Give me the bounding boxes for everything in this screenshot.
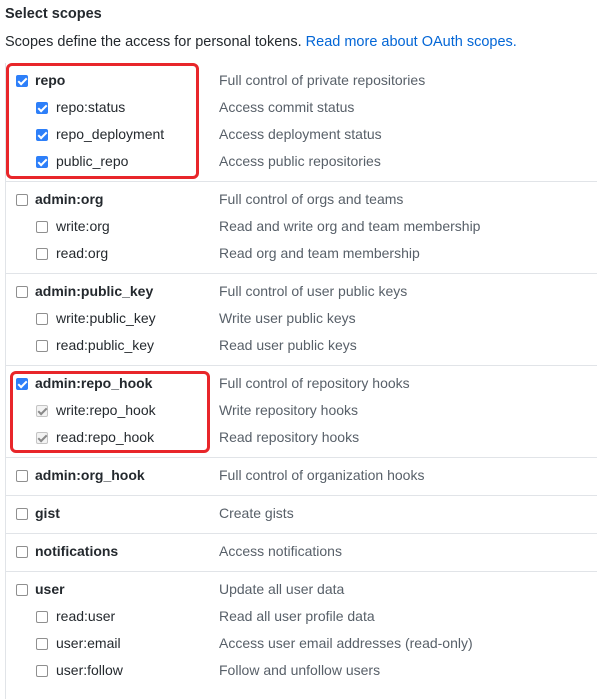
scope-description: Access notifications bbox=[219, 543, 342, 559]
sub-scope-row-write-repo-hook: write:repo_hook Write repository hooks bbox=[6, 398, 597, 425]
scope-group-admin-org-hook: admin:org_hook Full control of organizati… bbox=[6, 457, 597, 496]
scope-group-admin-repo-hook: admin:repo_hook Full control of repositor… bbox=[6, 365, 597, 458]
sub-scope-row-read-org: read:org Read org and team membership bbox=[6, 241, 597, 268]
scope-name[interactable]: admin:org_hook bbox=[35, 467, 145, 483]
scope-name[interactable]: write:org bbox=[56, 218, 110, 234]
checkbox-admin-org[interactable] bbox=[16, 194, 28, 206]
scope-name[interactable]: user:follow bbox=[56, 662, 123, 678]
scope-group-repo: repo Full control of private repositories… bbox=[6, 63, 597, 181]
checkbox-read-org[interactable] bbox=[36, 248, 48, 260]
scope-description: Write repository hooks bbox=[219, 402, 359, 418]
scope-name[interactable]: repo bbox=[35, 72, 65, 88]
scope-name[interactable]: repo_deployment bbox=[56, 126, 164, 142]
scope-description: Write user public keys bbox=[219, 310, 356, 326]
scope-name[interactable]: write:public_key bbox=[56, 310, 156, 326]
checkbox-checked-repo-deployment[interactable] bbox=[36, 129, 48, 141]
scope-name[interactable]: gist bbox=[35, 505, 60, 521]
checkbox-admin-public-key[interactable] bbox=[16, 286, 28, 298]
sub-scope-row-read-public-key: read:public_key Read user public keys bbox=[6, 333, 597, 360]
oauth-scopes-link[interactable]: Read more about OAuth scopes. bbox=[306, 34, 517, 50]
checkbox-read-user[interactable] bbox=[36, 611, 48, 623]
sub-scope-row-write-org: write:org Read and write org and team mem… bbox=[6, 214, 597, 241]
scope-name[interactable]: admin:repo_hook bbox=[35, 375, 152, 391]
sub-scope-row-read-user: read:user Read all user profile data bbox=[6, 604, 597, 631]
scope-row-notifications: notifications Access notifications bbox=[6, 539, 597, 566]
scope-description: Read repository hooks bbox=[219, 429, 360, 445]
checkbox-write-public-key[interactable] bbox=[36, 313, 48, 325]
sub-scope-row-write-public-key: write:public_key Write user public keys bbox=[6, 306, 597, 333]
scope-name[interactable]: read:org bbox=[56, 245, 108, 261]
scope-row-admin-public-key: admin:public_key Full control of user pub… bbox=[6, 279, 597, 306]
scope-description: Full control of private repositories bbox=[219, 72, 426, 88]
scope-row-admin-repo-hook: admin:repo_hook Full control of repositor… bbox=[6, 371, 597, 398]
scope-name[interactable]: repo:status bbox=[56, 99, 125, 115]
scope-name[interactable]: read:public_key bbox=[56, 337, 154, 353]
scope-group-gist: gist Create gists bbox=[6, 495, 597, 534]
scope-description: Read user public keys bbox=[219, 337, 357, 353]
scope-description: Read all user profile data bbox=[219, 608, 375, 624]
sub-scope-row-user-email: user:email Access user email addresses (r… bbox=[6, 631, 597, 658]
sub-scope-row-read-repo-hook: read:repo_hook Read repository hooks bbox=[6, 425, 597, 452]
scope-name[interactable]: read:repo_hook bbox=[56, 429, 154, 445]
scope-description: Access public repositories bbox=[219, 153, 381, 169]
scope-row-gist: gist Create gists bbox=[6, 501, 597, 528]
checkbox-user[interactable] bbox=[16, 584, 28, 596]
scope-description: Access commit status bbox=[219, 99, 355, 115]
sub-scope-row-repo-deployment: repo_deployment Access deployment status bbox=[6, 122, 597, 149]
checkbox-write-org[interactable] bbox=[36, 221, 48, 233]
sub-scope-row-repo-status: repo:status Access commit status bbox=[6, 95, 597, 122]
scope-name[interactable]: user:email bbox=[56, 635, 121, 651]
scope-name[interactable]: public_repo bbox=[56, 153, 128, 169]
checkbox-read-public-key[interactable] bbox=[36, 340, 48, 352]
checkbox-user-follow[interactable] bbox=[36, 665, 48, 677]
scope-row-admin-org: admin:org Full control of orgs and teams bbox=[6, 187, 597, 214]
scope-description: Full control of organization hooks bbox=[219, 467, 425, 483]
scope-group-user: user Update all user data read:user Read al… bbox=[6, 571, 597, 700]
scope-group-admin-org: admin:org Full control of orgs and teams w… bbox=[6, 181, 597, 274]
section-heading: Select scopes bbox=[5, 6, 102, 22]
scope-row-user: user Update all user data bbox=[6, 577, 597, 604]
sub-scope-row-public-repo: public_repo Access public repositories bbox=[6, 149, 597, 176]
scope-description: Create gists bbox=[219, 505, 294, 521]
scope-description: Follow and unfollow users bbox=[219, 662, 381, 678]
checkbox-admin-org-hook[interactable] bbox=[16, 470, 28, 482]
checkbox-user-email[interactable] bbox=[36, 638, 48, 650]
scope-description: Read org and team membership bbox=[219, 245, 420, 261]
checkbox-checked-admin-repo-hook[interactable] bbox=[16, 378, 28, 390]
sub-scope-row-user-follow: user:follow Follow and unfollow users bbox=[6, 658, 597, 685]
scope-description: Read and write org and team membership bbox=[219, 218, 481, 234]
scope-description: Access user email addresses (read-only) bbox=[219, 635, 473, 651]
scope-group-notifications: notifications Access notifications bbox=[6, 533, 597, 572]
scope-description: Full control of orgs and teams bbox=[219, 191, 404, 207]
scope-group-admin-public-key: admin:public_key Full control of user pub… bbox=[6, 273, 597, 366]
checkbox-checked-public-repo[interactable] bbox=[36, 156, 48, 168]
scopes-table: repo Full control of private repositories… bbox=[5, 63, 597, 699]
scope-row-repo: repo Full control of private repositories bbox=[6, 68, 597, 95]
checkbox-checked-repo[interactable] bbox=[16, 75, 28, 87]
scope-row-admin-org-hook: admin:org_hook Full control of organizati… bbox=[6, 463, 597, 490]
checkbox-checked-read-repo-hook bbox=[36, 432, 48, 444]
scope-name[interactable]: user bbox=[35, 581, 65, 597]
scope-description: Access deployment status bbox=[219, 126, 382, 142]
scope-name[interactable]: read:user bbox=[56, 608, 115, 624]
scope-description: Full control of repository hooks bbox=[219, 375, 410, 391]
scope-description: Update all user data bbox=[219, 581, 345, 597]
section-description: Scopes define the access for personal to… bbox=[5, 34, 517, 50]
checkbox-gist[interactable] bbox=[16, 508, 28, 520]
checkbox-notifications[interactable] bbox=[16, 546, 28, 558]
scope-name[interactable]: admin:public_key bbox=[35, 283, 153, 299]
checkbox-checked-write-repo-hook bbox=[36, 405, 48, 417]
checkbox-checked-repo-status[interactable] bbox=[36, 102, 48, 114]
scope-name[interactable]: write:repo_hook bbox=[56, 402, 156, 418]
description-text: Scopes define the access for personal to… bbox=[5, 34, 302, 50]
scope-name[interactable]: notifications bbox=[35, 543, 118, 559]
scope-name[interactable]: admin:org bbox=[35, 191, 103, 207]
scope-description: Full control of user public keys bbox=[219, 283, 408, 299]
